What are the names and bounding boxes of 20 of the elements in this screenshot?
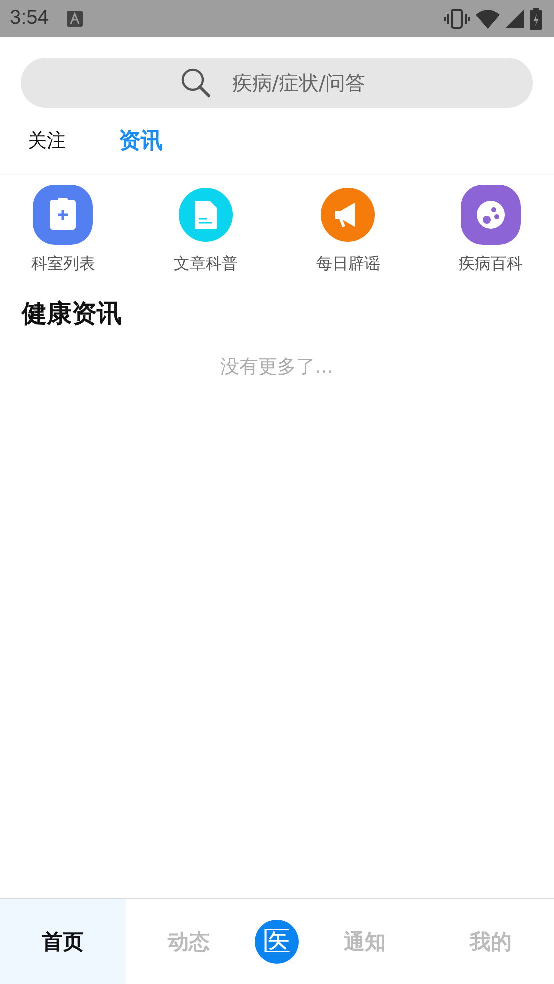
- notification-icon: [66, 10, 83, 26]
- battery-icon: [530, 8, 542, 30]
- status-time: 3:54: [10, 7, 49, 30]
- shortcut-label[interactable]: 疾病百科: [458, 254, 523, 275]
- empty-message: 没有更多了...: [220, 356, 334, 378]
- section-title: 健康资讯: [22, 298, 123, 330]
- shortcut-label[interactable]: 每日辟谣: [316, 254, 380, 275]
- wifi-icon: [476, 8, 500, 28]
- document-icon: [194, 201, 217, 229]
- nav-tab[interactable]: 首页: [0, 899, 126, 984]
- logo-button[interactable]: 医: [255, 920, 299, 964]
- vibrate-icon: [444, 8, 470, 28]
- search-field[interactable]: 疾病/症状/问答: [21, 58, 533, 108]
- clipboard-icon: [50, 198, 76, 230]
- shortcut-label[interactable]: 文章科普: [174, 254, 238, 275]
- germ-icon: [476, 201, 505, 229]
- megaphone-icon: [335, 203, 356, 228]
- signal-icon: [506, 10, 524, 28]
- tab[interactable]: 关注: [28, 128, 66, 154]
- shortcut-label[interactable]: 科室列表: [31, 254, 96, 275]
